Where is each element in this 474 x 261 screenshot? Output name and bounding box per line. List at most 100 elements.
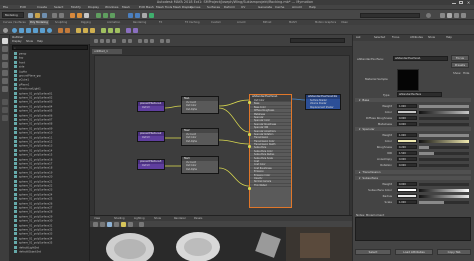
outliner-item[interactable]: sphere_01_polySurface28 <box>10 210 90 214</box>
type-dropdown[interactable]: aiStandardSurface <box>397 92 442 97</box>
outliner-item[interactable]: sphere_01_polySurface32 <box>10 228 90 232</box>
color-swatch[interactable] <box>397 110 417 114</box>
presets-button[interactable]: Presets <box>451 62 469 68</box>
attr-slider[interactable] <box>419 104 469 108</box>
shadows-icon[interactable] <box>128 221 133 227</box>
attr-section-header[interactable]: ▾ Specular <box>355 127 471 131</box>
outliner-item[interactable]: sphere_01_polySurface10 <box>10 131 90 135</box>
frame-selection-icon[interactable] <box>128 39 132 43</box>
outliner-item[interactable]: sphere_01_polySurface03 <box>10 100 90 104</box>
outliner-item[interactable]: sphere_01_polySurface14 <box>10 148 90 153</box>
attr-tab[interactable]: Focus <box>392 35 399 41</box>
attr-tab[interactable]: Help <box>446 35 452 41</box>
attr-tab[interactable]: Attributes <box>410 35 423 41</box>
attr-tab[interactable]: Selected <box>374 35 385 41</box>
modeling-toolkit-icon[interactable] <box>440 12 445 18</box>
maximize-button[interactable] <box>459 1 463 4</box>
color-slider[interactable] <box>419 188 469 192</box>
outliner-item[interactable]: sphere_01_polySurface34 <box>10 236 90 241</box>
attr-value-field[interactable]: 0.000 <box>397 163 417 167</box>
outliner-item[interactable]: sphere_01_polySurface15 <box>10 153 90 157</box>
outliner-item[interactable]: persp <box>10 52 90 56</box>
new-scene-icon[interactable] <box>28 12 33 18</box>
multi-cut-icon[interactable] <box>101 27 106 33</box>
hypershade-icon[interactable] <box>149 12 154 18</box>
focus-button[interactable]: Focus <box>451 55 469 61</box>
outliner-item[interactable]: sphere_01_polySurface29 <box>10 214 90 219</box>
command-field[interactable] <box>360 12 420 18</box>
place2dtexture1-node[interactable]: place2dTexture1 Out UV <box>137 101 165 112</box>
minimize-button[interactable] <box>452 1 456 4</box>
place2dtexture3-node[interactable]: place2dTexture3 Out UV <box>137 159 165 170</box>
outliner-item[interactable]: defaultLightSet <box>10 245 90 250</box>
attr-slider[interactable] <box>419 122 469 126</box>
file1-node[interactable]: file1 Uv Coord Out Color Out Alpha <box>181 96 219 114</box>
outliner-menu-show[interactable]: Show <box>26 39 33 44</box>
outliner-item[interactable]: sphere_01_polySurface22 <box>10 184 90 188</box>
snap-curve-icon[interactable] <box>103 12 108 18</box>
snap-grid-icon[interactable] <box>96 12 101 18</box>
attribute-editor-toggle-icon[interactable] <box>447 12 452 18</box>
isolate-icon[interactable] <box>139 221 144 227</box>
node-name-field[interactable]: aiStandardSurface1 <box>393 56 448 61</box>
input-port[interactable] <box>248 187 251 190</box>
place2dtexture2-node[interactable]: place2dTexture2 Out UV <box>137 131 165 142</box>
outliner-item[interactable]: sphere_01_polySurface24 <box>10 192 90 197</box>
snap-point-icon[interactable] <box>110 12 115 18</box>
paint-select-icon[interactable] <box>2 54 8 60</box>
input-port[interactable] <box>248 145 251 148</box>
simple-mode-icon[interactable] <box>138 39 142 43</box>
outliner-item[interactable]: sphere_01_polySurface25 <box>10 197 90 201</box>
outliner-item[interactable]: Lights <box>10 69 90 74</box>
render-settings-icon[interactable] <box>142 12 147 18</box>
outliner-item[interactable]: sphere_01_polySurface35 <box>10 241 90 245</box>
color-swatch[interactable] <box>397 139 417 143</box>
ipr-render-icon[interactable] <box>135 12 140 18</box>
torus-primitive-icon[interactable] <box>47 27 52 33</box>
attr-slider[interactable] <box>419 200 469 204</box>
attr-value-field[interactable]: 1.000 <box>397 104 417 108</box>
last-tool-icon[interactable] <box>2 86 8 92</box>
outliner-item[interactable]: sphere_01_polySurface16 <box>10 157 90 162</box>
graph-clear-icon[interactable] <box>94 39 98 43</box>
outliner-item[interactable]: sphere_01_polySurface13 <box>10 144 90 148</box>
smooth-shade-icon[interactable] <box>107 221 112 227</box>
select-component-icon[interactable] <box>84 12 89 18</box>
outliner-item[interactable]: sphere_01_polySurface20 <box>10 175 90 179</box>
input-port[interactable] <box>248 101 251 104</box>
outliner-item[interactable]: pCube1 <box>10 78 90 82</box>
attr-value-field[interactable]: 0.000 <box>397 157 417 161</box>
attr-section-header[interactable]: ▾ Base <box>355 98 471 102</box>
attr-slider[interactable] <box>419 163 469 167</box>
outliner-item[interactable]: sphere_01_polySurface33 <box>10 232 90 236</box>
outliner-item[interactable]: sphere_01_polySurface30 <box>10 219 90 223</box>
load-attributes-button[interactable]: Load Attributes <box>395 249 433 255</box>
node-search-input[interactable] <box>290 38 345 43</box>
attr-slider[interactable] <box>419 157 469 161</box>
open-scene-icon[interactable] <box>35 12 40 18</box>
attr-value-field[interactable]: 1.000 <box>397 200 417 204</box>
file3-node[interactable]: file3 Uv Coord Out Color Out Alpha <box>181 156 219 174</box>
color-slider[interactable] <box>419 110 469 114</box>
attr-value-field[interactable]: 0.200 <box>397 145 417 149</box>
outliner-item[interactable]: sphere_01_polySurface07 <box>10 118 90 122</box>
copy-tab-button[interactable]: Copy Tab <box>437 249 471 255</box>
smooth-icon[interactable] <box>126 27 131 33</box>
notes-field[interactable] <box>355 217 471 241</box>
outliner-item[interactable]: sphere_01_polySurface17 <box>10 162 90 166</box>
show-label[interactable]: Show <box>453 71 461 75</box>
attr-value-field[interactable]: 0.000 <box>397 122 417 126</box>
undo-icon[interactable] <box>52 12 57 18</box>
graph-tab[interactable]: untitled_1 <box>92 49 122 54</box>
sphere-primitive-icon[interactable] <box>12 27 17 33</box>
wireframe-icon[interactable] <box>100 221 105 227</box>
outliner-item[interactable]: sphere_01_polySurface05 <box>10 109 90 113</box>
select-tool-icon[interactable] <box>2 38 8 44</box>
outliner-item[interactable]: sphere_01_polySurface09 <box>10 126 90 131</box>
cube-primitive-icon[interactable] <box>19 27 24 33</box>
outliner-item[interactable]: sphere_01_polySurface21 <box>10 179 90 184</box>
file2-node[interactable]: file2 Uv Coord Out Color Out Alpha <box>181 128 219 146</box>
outliner-item[interactable]: top <box>10 56 90 60</box>
outliner-item[interactable]: sphere_01_polySurface26 <box>10 201 90 206</box>
bridge-icon[interactable] <box>90 27 95 33</box>
